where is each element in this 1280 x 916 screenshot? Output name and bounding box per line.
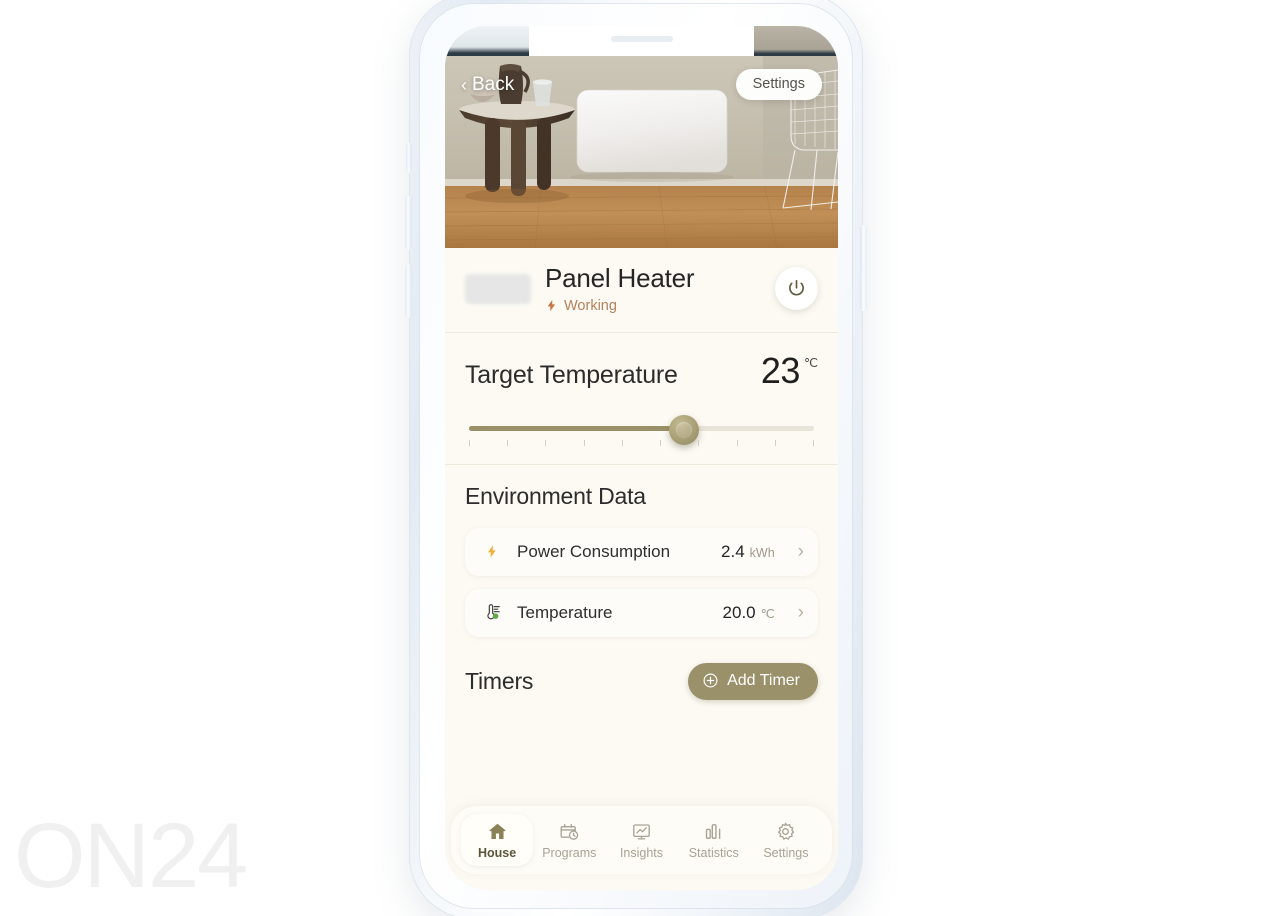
tab-statistics[interactable]: Statistics: [678, 814, 750, 866]
back-chevron-icon: ‹: [461, 75, 467, 95]
chevron-right-icon: ›: [797, 541, 804, 563]
tab-label: Settings: [763, 846, 809, 860]
screenshot-stage: ON24 ‹ Back Settings Panel Heater Workin…: [0, 0, 1280, 916]
hero-window-left: [445, 26, 529, 56]
tab-label: Statistics: [688, 846, 739, 860]
bolt-icon: [481, 543, 503, 560]
chevron-right-icon: ›: [797, 602, 804, 624]
hero-product-photo: ‹ Back Settings: [445, 26, 838, 248]
earpiece-speaker: [610, 36, 673, 42]
tab-label: House: [478, 846, 517, 860]
target-temperature-unit: ℃: [803, 355, 818, 370]
tab-house[interactable]: House: [461, 814, 534, 866]
plus-circle-icon: [703, 673, 718, 688]
gear-icon: [775, 821, 796, 842]
target-temperature-slider[interactable]: [465, 414, 818, 450]
tab-label: Insights: [619, 846, 664, 860]
device-status: Working: [545, 298, 761, 314]
back-button[interactable]: ‹ Back: [461, 74, 514, 96]
thermometer-icon: [481, 603, 503, 622]
tab-settings[interactable]: Settings: [750, 814, 822, 866]
add-timer-button[interactable]: Add Timer: [688, 662, 818, 700]
env-label: Temperature: [517, 602, 613, 622]
env-unit: ℃: [760, 606, 775, 621]
bolt-icon: [547, 300, 556, 312]
env-value: 20.0: [722, 602, 756, 622]
room-scene-illustration: [445, 26, 838, 248]
slider-fill: [469, 425, 688, 431]
env-row-temperature[interactable]: Temperature 20.0 ℃ ›: [465, 588, 818, 637]
tab-label: Programs: [542, 846, 597, 860]
phone-notch: [555, 26, 728, 56]
device-thumbnail: [465, 273, 531, 304]
environment-data-list: Power Consumption 2.4 kWh › Temperature …: [465, 527, 818, 637]
on24-watermark: ON24: [14, 805, 248, 907]
home-icon: [487, 821, 508, 842]
power-side-button[interactable]: [860, 225, 867, 311]
power-icon: [789, 280, 804, 296]
device-meta: Panel Heater Working: [545, 263, 761, 314]
device-status-label: Working: [564, 297, 617, 314]
env-row-power-consumption[interactable]: Power Consumption 2.4 kWh ›: [465, 527, 818, 576]
content-sheet: Panel Heater Working Target Temperature …: [445, 248, 838, 890]
calendar-clock-icon: [559, 821, 580, 842]
env-value-wrap: 20.0 ℃: [723, 603, 775, 623]
env-value-wrap: 2.4 kWh: [721, 542, 775, 562]
timers-section: Timers Add Timer: [445, 647, 838, 718]
device-header: Panel Heater Working: [445, 248, 838, 332]
target-temperature-value: 23: [760, 349, 801, 391]
hero-settings-button[interactable]: Settings: [735, 69, 822, 100]
target-temperature-header: Target Temperature 23 ℃: [465, 349, 818, 391]
hero-wall-right: [754, 26, 838, 56]
env-label: Power Consumption: [517, 541, 671, 561]
chart-board-icon: [631, 821, 652, 842]
slider-tick-marks: [469, 439, 814, 446]
env-value: 2.4: [721, 541, 745, 561]
phone-screen: ‹ Back Settings Panel Heater Working Tar…: [445, 26, 838, 890]
add-timer-label: Add Timer: [727, 671, 800, 689]
volume-up-button[interactable]: [405, 196, 412, 250]
bottom-tab-bar: House Programs Insights Statistics Setti…: [451, 806, 832, 874]
target-temperature-section: Target Temperature 23 ℃: [445, 333, 838, 464]
environment-data-title: Environment Data: [465, 482, 646, 509]
back-button-label: Back: [472, 74, 515, 95]
target-temperature-readout: 23 ℃: [760, 349, 818, 391]
tab-insights[interactable]: Insights: [605, 814, 677, 866]
device-name: Panel Heater: [545, 263, 695, 293]
timers-title: Timers: [465, 667, 534, 694]
target-temperature-label: Target Temperature: [465, 360, 678, 389]
tab-programs[interactable]: Programs: [533, 814, 605, 866]
env-unit: kWh: [749, 545, 775, 560]
power-toggle-button[interactable]: [775, 267, 818, 311]
volume-down-button[interactable]: [405, 264, 412, 318]
silence-switch-button[interactable]: [406, 143, 412, 173]
bar-chart-icon: [703, 821, 724, 842]
environment-data-section: Environment Data Power Consumption 2.4 k…: [445, 465, 838, 647]
